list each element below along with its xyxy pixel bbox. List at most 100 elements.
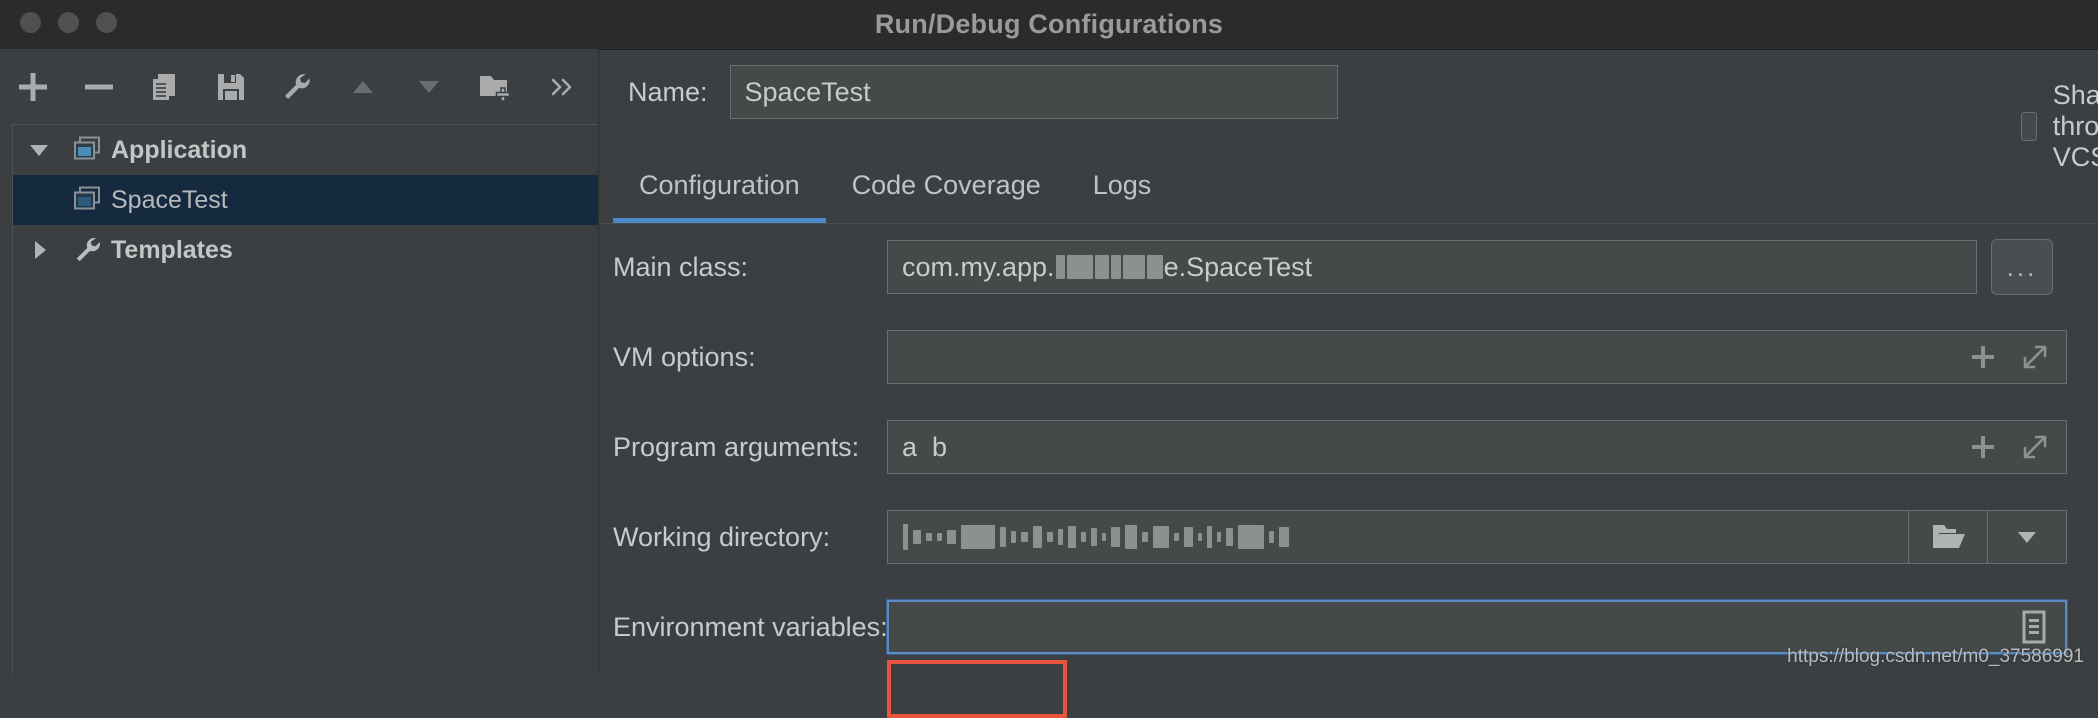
redaction-block xyxy=(1047,532,1053,542)
redaction-block xyxy=(1217,532,1221,542)
redaction-block xyxy=(1122,255,1145,279)
redaction-block xyxy=(1068,526,1076,548)
redaction-block xyxy=(1102,533,1106,541)
window-title: Run/Debug Configurations xyxy=(874,9,1224,39)
main-class-value-suffix: e.SpaceTest xyxy=(1163,251,1313,282)
maximize-window-button[interactable] xyxy=(96,12,117,33)
name-label: Name: xyxy=(628,76,708,107)
tree-item-label: Application xyxy=(111,135,248,164)
redaction-block xyxy=(1091,528,1097,546)
redaction-block xyxy=(1174,533,1179,541)
configuration-editor: Name: SpaceTest Share through VCS ? Allo… xyxy=(599,49,2098,718)
redaction-block xyxy=(1146,255,1163,279)
close-window-button[interactable] xyxy=(20,12,41,33)
redaction-block xyxy=(1011,531,1016,543)
insert-macro-icon[interactable] xyxy=(1968,342,1998,372)
vm-options-input[interactable] xyxy=(887,330,2067,384)
save-icon[interactable] xyxy=(198,49,264,124)
environment-list-icon[interactable] xyxy=(2019,610,2049,644)
expand-editor-icon[interactable] xyxy=(2020,342,2050,372)
add-button[interactable] xyxy=(0,49,66,124)
triangle-up-icon[interactable] xyxy=(330,49,396,124)
program-arguments-label: Program arguments: xyxy=(613,431,860,462)
redaction-block xyxy=(1125,525,1137,549)
browse-ellipsis-button[interactable]: ... xyxy=(1991,239,2053,295)
redaction-block xyxy=(903,524,908,550)
tree-item-application[interactable]: Application xyxy=(13,125,598,175)
browse-folder-icon[interactable] xyxy=(1908,511,1987,563)
chevron-down-icon[interactable] xyxy=(1987,511,2066,563)
tree-item-label: SpaceTest xyxy=(111,185,228,214)
triangle-down-icon[interactable] xyxy=(13,137,65,163)
main-class-label: Main class: xyxy=(613,251,749,282)
tab-label: Configuration xyxy=(639,169,800,200)
triangle-down-icon[interactable] xyxy=(396,49,462,124)
name-row: Name: SpaceTest xyxy=(599,61,2098,123)
tree-item-label: Templates xyxy=(111,235,233,264)
redaction-block xyxy=(1021,532,1028,542)
tree-item-spacetest[interactable]: SpaceTest xyxy=(13,175,598,225)
configurations-tree[interactable]: Application SpaceTest Templates xyxy=(12,124,598,674)
redaction-block xyxy=(1269,531,1274,543)
editor-tabs: Configuration Code Coverage Logs xyxy=(599,146,2098,224)
window-controls[interactable] xyxy=(20,12,117,33)
redaction-block xyxy=(1198,533,1202,541)
application-icon xyxy=(65,186,111,214)
configuration-form: Main class: com.my.app. e.SpaceTest ... V… xyxy=(599,224,2098,674)
working-directory-row: Working directory: xyxy=(599,504,2098,570)
tab-configuration[interactable]: Configuration xyxy=(613,146,826,224)
program-arguments-value: a b xyxy=(902,431,948,462)
share-through-vcs-checkbox[interactable] xyxy=(2021,112,2037,141)
application-icon xyxy=(65,136,111,164)
vm-options-row: VM options: xyxy=(599,324,2098,390)
redaction-block xyxy=(913,530,921,544)
redaction-block xyxy=(1000,527,1006,547)
wrench-icon xyxy=(65,235,111,265)
minimize-window-button[interactable] xyxy=(58,12,79,33)
name-input[interactable]: SpaceTest xyxy=(729,65,1338,119)
redaction-block xyxy=(1279,527,1289,547)
tab-code-coverage[interactable]: Code Coverage xyxy=(826,146,1067,224)
redaction-block xyxy=(1184,527,1193,547)
redaction-block xyxy=(1066,255,1093,279)
redaction-block xyxy=(947,530,956,544)
redaction-block xyxy=(1153,526,1169,548)
tab-logs[interactable]: Logs xyxy=(1067,146,1178,224)
copy-icon[interactable] xyxy=(132,49,198,124)
title-bar: Run/Debug Configurations xyxy=(0,0,2098,50)
vm-options-label: VM options: xyxy=(613,341,756,372)
remove-button[interactable] xyxy=(66,49,132,124)
expand-editor-icon[interactable] xyxy=(2020,432,2050,462)
redaction-block xyxy=(1226,528,1233,546)
triangle-right-icon[interactable] xyxy=(13,237,65,263)
wrench-icon[interactable] xyxy=(264,49,330,124)
redaction-block xyxy=(937,533,942,541)
main-class-input[interactable]: com.my.app. e.SpaceTest xyxy=(887,240,1977,294)
configurations-toolbar xyxy=(0,49,598,124)
insert-macro-icon[interactable] xyxy=(1968,432,1998,462)
tree-item-templates[interactable]: Templates xyxy=(13,225,598,275)
redaction-block xyxy=(1142,532,1148,542)
program-arguments-input[interactable]: a b xyxy=(887,420,2067,474)
watermark: https://blog.csdn.net/m0_37586991 xyxy=(1787,646,2084,667)
redaction-block xyxy=(1110,255,1121,279)
main-class-value-prefix: com.my.app. xyxy=(902,251,1055,282)
main-class-row: Main class: com.my.app. e.SpaceTest ... xyxy=(599,234,2098,300)
redaction-block xyxy=(926,533,932,541)
configurations-panel: Application SpaceTest Templates xyxy=(0,49,598,674)
folder-add-icon[interactable] xyxy=(462,49,528,124)
redaction-block xyxy=(1033,526,1042,548)
chevron-double-right-icon[interactable] xyxy=(528,49,594,124)
run-debug-configurations-window: Run/Debug Configurations Application Spa… xyxy=(0,0,2098,718)
redaction-block xyxy=(1058,529,1063,545)
tab-label: Code Coverage xyxy=(851,169,1041,200)
program-arguments-row: Program arguments: a b xyxy=(599,414,2098,480)
redaction-block xyxy=(1094,255,1109,279)
redaction-block xyxy=(1081,532,1086,542)
environment-variables-label: Environment variables: xyxy=(613,611,888,642)
working-directory-input[interactable] xyxy=(887,510,2067,564)
redaction-block xyxy=(1207,526,1212,548)
redaction-block xyxy=(961,525,995,549)
redaction-block xyxy=(1111,527,1120,547)
working-directory-label: Working directory: xyxy=(613,521,831,552)
